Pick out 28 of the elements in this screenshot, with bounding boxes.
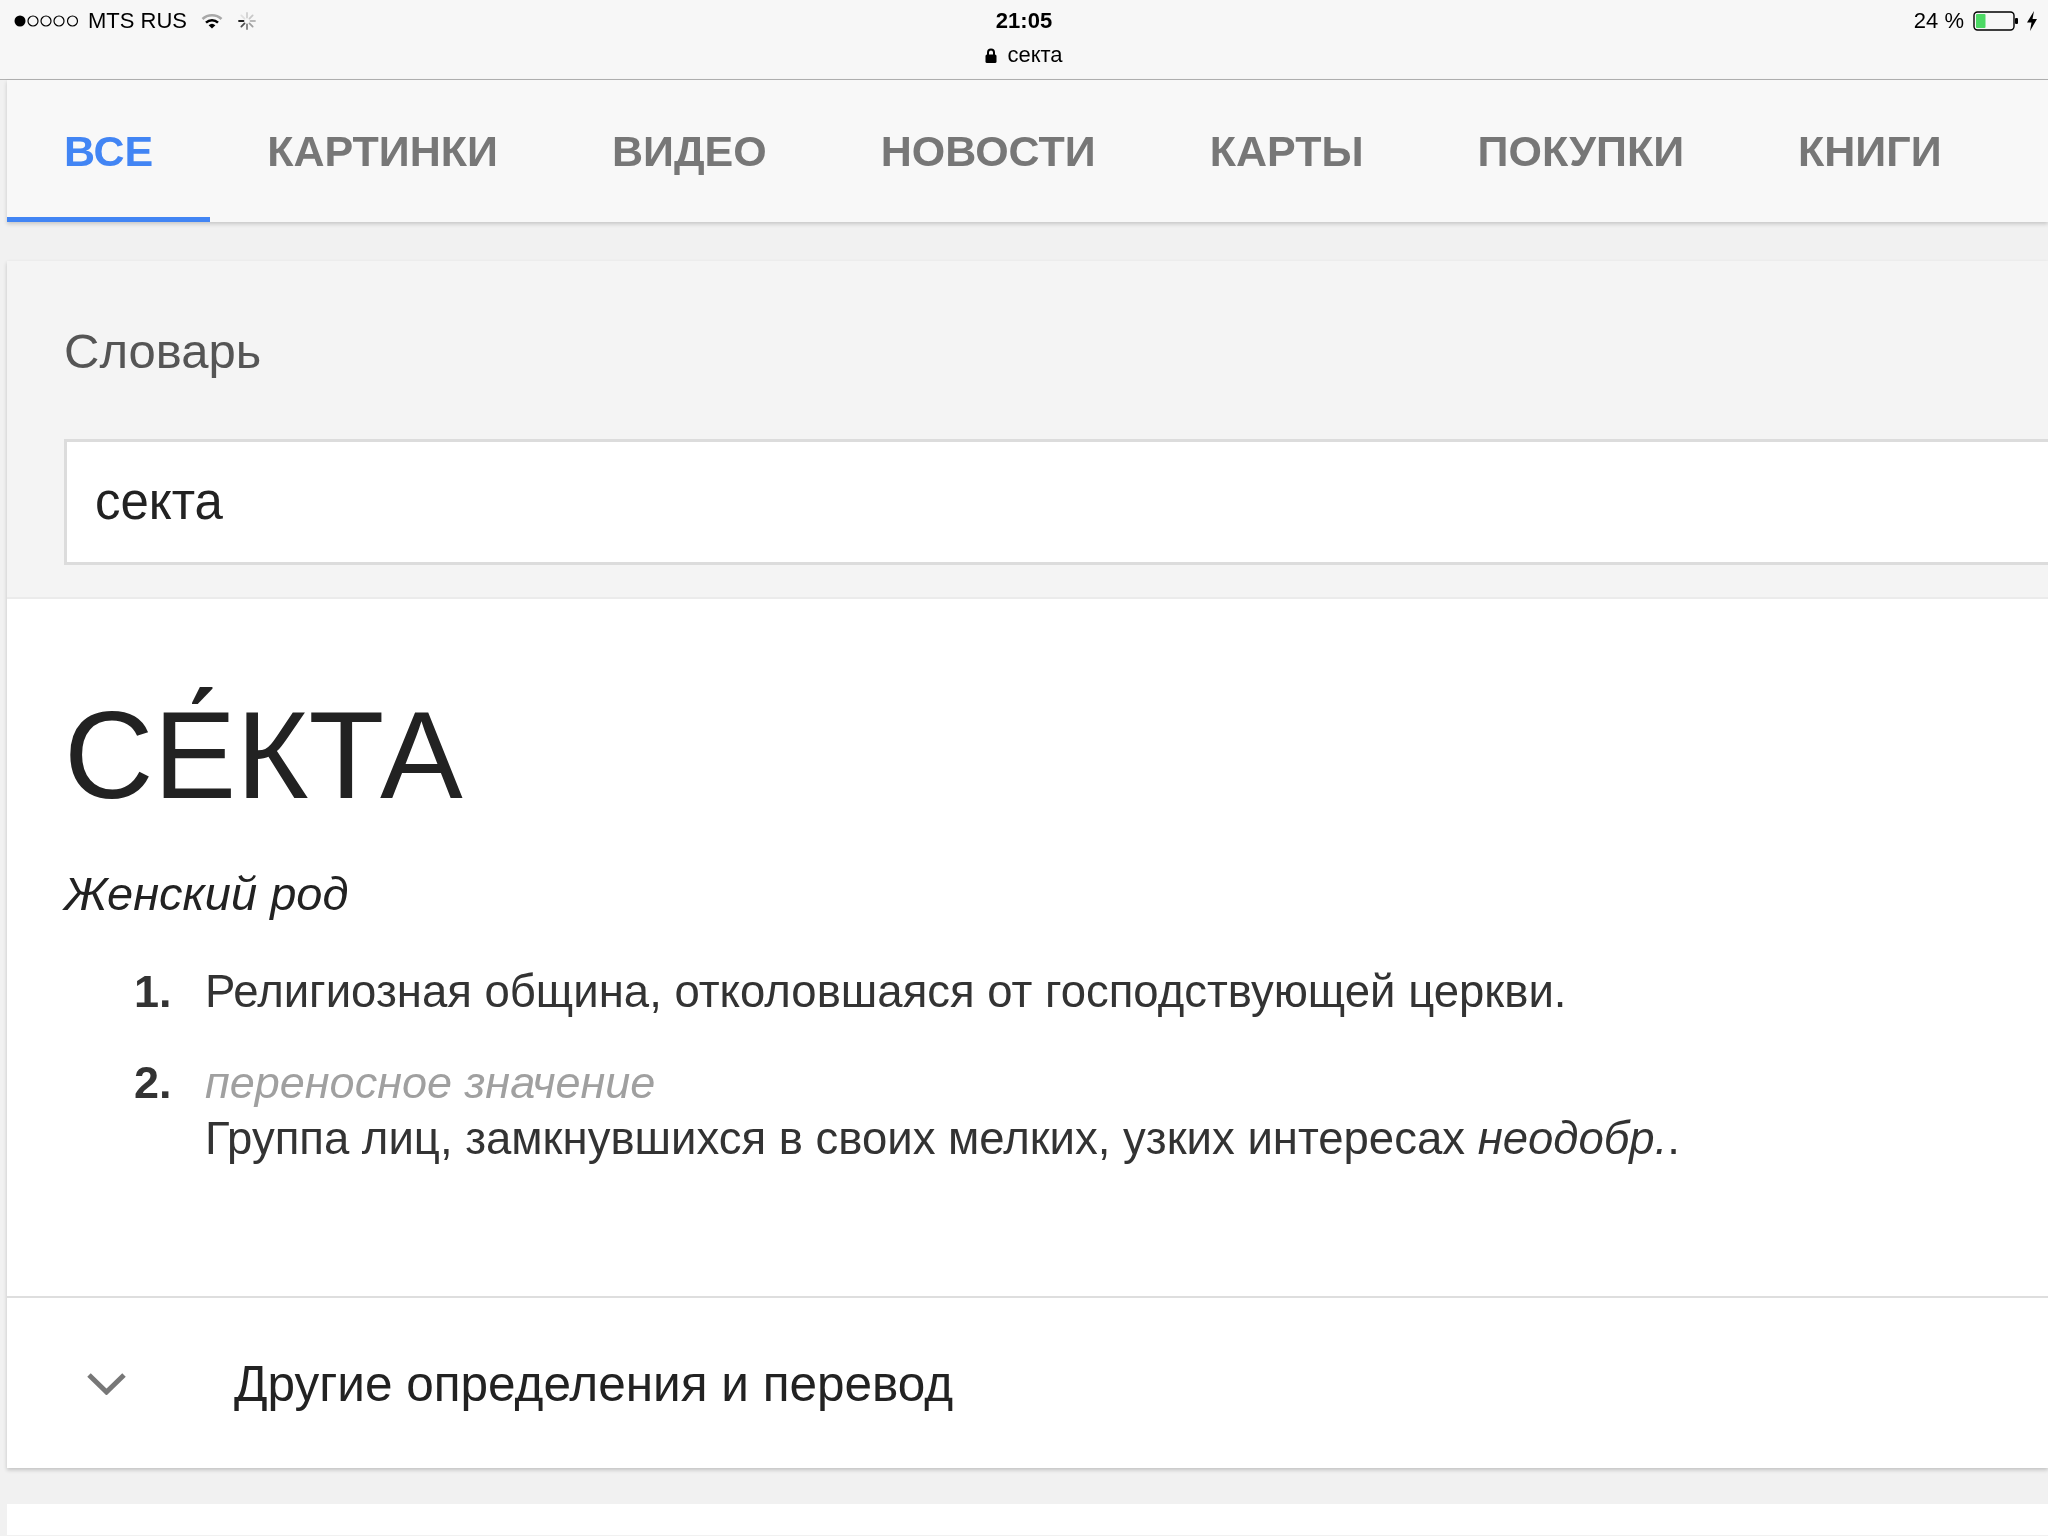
usage-label: переносное значение [205,1056,657,1110]
search-tab[interactable]: ПОКУПКИ [1420,80,1742,222]
lock-icon [985,47,998,63]
grammatical-gender: Женский род [64,867,350,921]
loading-spinner-icon [238,12,256,30]
chevron-icon [86,1371,127,1395]
more-definitions-button[interactable]: Другие определения и перевод [7,1296,2048,1468]
search-tab[interactable]: КАРТЫ [1152,80,1421,222]
search-field[interactable]: секта [64,439,2048,565]
charging-bolt-icon [2026,11,2038,31]
search-tab[interactable]: КНИГИ [1741,80,1999,222]
search-tab[interactable]: КАРТИНКИ [210,80,555,222]
signal-strength-icon [13,14,80,28]
battery-percentage: 24 % [1913,8,1964,34]
clock-time: 21:05 [995,8,1053,34]
dictionary-title: Словарь [64,324,263,378]
page-address: секта [1007,42,1063,68]
search-tab[interactable]: ВСЕ [7,80,211,222]
definition-number: 1. [134,965,173,1019]
definition-number: 2. [134,1056,173,1110]
carrier-name: MTS RUS [88,8,187,34]
search-tab[interactable]: ВИДЕО [554,80,824,222]
headword: СЕ́КТА [64,685,464,825]
definition-text: Религиозная община, отколовшаяся от господствующей церкви. [205,965,1567,1019]
battery-icon [1973,11,2019,31]
definition-text: Группа лиц, замкнувшихся в своих мелких, узких интересах неодобр.. [205,1112,1680,1166]
wifi-icon [201,13,223,29]
search-tab[interactable]: НОВОСТИ [823,80,1153,222]
